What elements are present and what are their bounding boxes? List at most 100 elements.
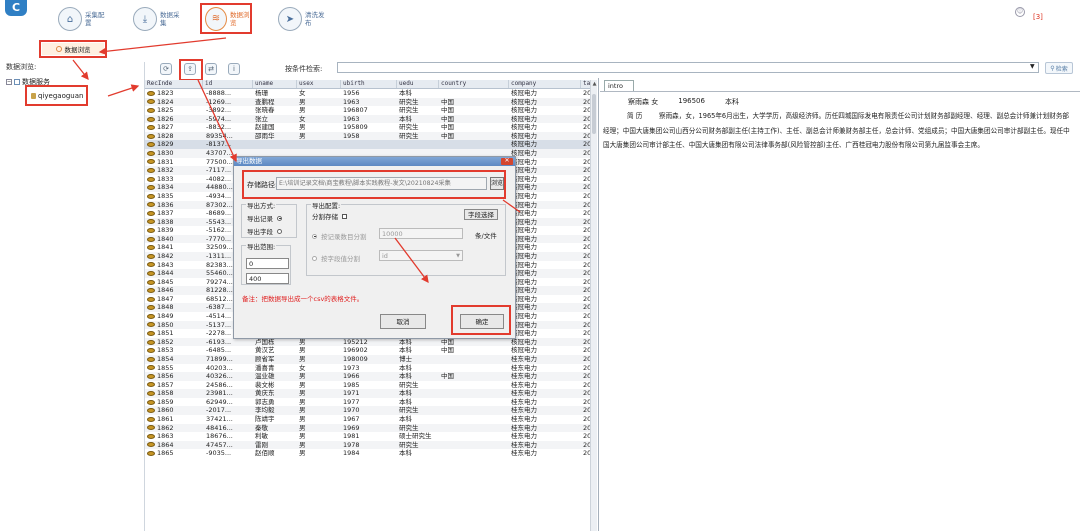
scroll-thumb[interactable]	[592, 94, 596, 134]
eye-icon[interactable]	[147, 90, 155, 96]
eye-icon[interactable]	[147, 185, 155, 191]
eye-icon[interactable]	[147, 228, 155, 234]
eye-icon[interactable]	[147, 399, 155, 405]
table-row[interactable]: 185962949...郭志勇男1977本科桂东电力202	[145, 398, 597, 407]
eye-icon[interactable]	[147, 133, 155, 139]
eye-icon[interactable]	[147, 356, 155, 362]
eye-icon[interactable]	[147, 451, 155, 457]
mode-fields-radio[interactable]: 导出字段	[247, 226, 282, 236]
column-header[interactable]: usex	[297, 80, 341, 88]
column-header[interactable]: company	[509, 80, 581, 88]
range-to-input[interactable]: 400	[246, 273, 289, 284]
table-row[interactable]: 186318676...利敏男1981硕士研究生桂东电力202	[145, 432, 597, 441]
browse-button[interactable]: 浏览	[490, 177, 504, 190]
eye-icon[interactable]	[147, 167, 155, 173]
table-row[interactable]: 186248416...秦敬男1969研究生桂东电力202	[145, 423, 597, 433]
eye-icon[interactable]	[147, 236, 155, 242]
path-input[interactable]: E:\培训记录文档\商宝教程\脚本实践教程-发文\20210824采集	[276, 177, 487, 190]
radio-off-icon[interactable]	[277, 228, 282, 234]
eye-icon[interactable]	[147, 330, 155, 336]
eye-icon[interactable]	[147, 373, 155, 379]
eye-icon[interactable]	[147, 339, 155, 345]
checkbox-icon[interactable]	[342, 213, 347, 219]
tab-intro[interactable]: intro	[604, 80, 634, 91]
radio-disabled-icon[interactable]	[312, 255, 317, 261]
refresh-icon[interactable]: ⟳	[160, 63, 172, 75]
table-row[interactable]: 185724586...裴文彬男1985研究生桂东电力202	[145, 381, 597, 390]
eye-icon[interactable]	[147, 348, 155, 354]
eye-icon[interactable]	[147, 99, 155, 105]
radio-on-icon[interactable]	[277, 215, 282, 221]
data-collect-button[interactable]: ⤓ 数据采集	[133, 4, 187, 34]
cancel-button[interactable]: 取消	[380, 314, 426, 329]
eye-icon[interactable]	[147, 142, 155, 148]
split-by-count-radio[interactable]: 按记录数目分割	[312, 231, 367, 241]
eye-icon[interactable]	[147, 159, 155, 165]
column-header[interactable]: country	[439, 80, 509, 88]
table-row[interactable]: 182889354...邵雨华男1958研究生中国核冠电力202	[145, 131, 597, 141]
split-by-field-radio[interactable]: 按字段值分割	[312, 253, 360, 263]
search-input[interactable]	[337, 62, 1039, 73]
eye-icon[interactable]	[147, 313, 155, 319]
table-row[interactable]: 1824-1269...查鹏程男1963研究生中国核冠电力202	[145, 97, 597, 107]
field-select-button[interactable]: 字段选择	[464, 209, 498, 220]
table-row[interactable]: 185823981...黄庆东男1971本科桂东电力202	[145, 389, 597, 398]
split-field-select[interactable]: id ▼	[379, 250, 463, 261]
eye-icon[interactable]	[147, 322, 155, 328]
eye-icon[interactable]	[147, 408, 155, 414]
eye-icon[interactable]	[147, 245, 155, 251]
eye-icon[interactable]	[147, 210, 155, 216]
table-row[interactable]: 1865-9035...赵佰顺男1984本科桂东电力202	[145, 449, 597, 458]
eye-icon[interactable]	[147, 262, 155, 268]
tree-item-qiyegaoguan[interactable]: qiyegaoguan	[25, 85, 88, 106]
table-row[interactable]: 1823-8888...杨珊女1956本科核冠电力202	[145, 89, 597, 98]
sync-icon[interactable]: ⇄	[205, 63, 217, 75]
data-browse-tab[interactable]: 数据浏览	[39, 40, 107, 58]
range-from-input[interactable]: 0	[246, 258, 289, 269]
eye-icon[interactable]	[147, 270, 155, 276]
table-row[interactable]: 1826-5974...张立女1963本科中国核冠电力202	[145, 114, 597, 124]
collapse-icon[interactable]: −	[6, 79, 12, 85]
table-row[interactable]: 1852-6193...卢国栋男195212本科中国核冠电力202	[145, 337, 597, 347]
eye-icon[interactable]	[147, 253, 155, 259]
eye-icon[interactable]	[147, 279, 155, 285]
table-row[interactable]: 185471899...顾省军男198009博士桂东电力202	[145, 354, 597, 364]
grid-splitter[interactable]	[598, 78, 599, 531]
table-row[interactable]: 185540203...潘喜青女1973本科桂东电力202	[145, 364, 597, 373]
eye-icon[interactable]	[147, 382, 155, 388]
table-row[interactable]: 1853-6485...黄汉艺男196902本科中国核冠电力202	[145, 346, 597, 355]
table-row[interactable]: 186137421...陈靖宇男1967本科桂东电力202	[145, 415, 597, 424]
eye-icon[interactable]	[147, 416, 155, 422]
radio-disabled-icon[interactable]	[312, 233, 317, 239]
clean-publish-button[interactable]: ➤ 清洗发布	[278, 4, 332, 34]
column-header[interactable]: uname	[253, 80, 297, 88]
eye-icon[interactable]	[147, 442, 155, 448]
search-button[interactable]: ⚲ 检索	[1045, 62, 1073, 74]
eye-icon[interactable]	[147, 365, 155, 371]
collect-config-button[interactable]: ⌂ 采集配置	[58, 4, 112, 34]
eye-icon[interactable]	[147, 116, 155, 122]
column-header[interactable]: uedu	[397, 80, 439, 88]
column-header[interactable]: RecInde	[145, 80, 203, 88]
eye-icon[interactable]	[147, 296, 155, 302]
eye-icon[interactable]	[147, 125, 155, 131]
column-header[interactable]: ubirth	[341, 80, 397, 88]
user-icon[interactable]: ☺	[1015, 7, 1025, 17]
eye-icon[interactable]	[147, 219, 155, 225]
notification-counter[interactable]: [3]	[1033, 13, 1043, 21]
dialog-title-bar[interactable]: 导出数据 ✕	[234, 157, 515, 166]
data-browse-button[interactable]: ≋ 数据浏览	[200, 3, 252, 34]
dropdown-arrow-icon[interactable]: ▼	[1030, 63, 1035, 70]
eye-icon[interactable]	[147, 202, 155, 208]
table-row[interactable]: 1829-8137...核冠电力202	[145, 140, 597, 150]
eye-icon[interactable]	[147, 391, 155, 397]
table-row[interactable]: 185640326...温业雄男1966本科中国桂东电力202	[145, 372, 597, 381]
split-store-checkbox[interactable]: 分割存储	[312, 211, 347, 221]
table-row[interactable]: 186447457...雷刚男1978研究生桂东电力202	[145, 440, 597, 450]
eye-icon[interactable]	[147, 305, 155, 311]
close-icon[interactable]: ✕	[501, 158, 513, 165]
info-icon[interactable]: i	[228, 63, 240, 75]
eye-icon[interactable]	[147, 176, 155, 182]
eye-icon[interactable]	[147, 193, 155, 199]
table-row[interactable]: 1827-8832...赵建国男195809研究生中国核冠电力202	[145, 123, 597, 132]
